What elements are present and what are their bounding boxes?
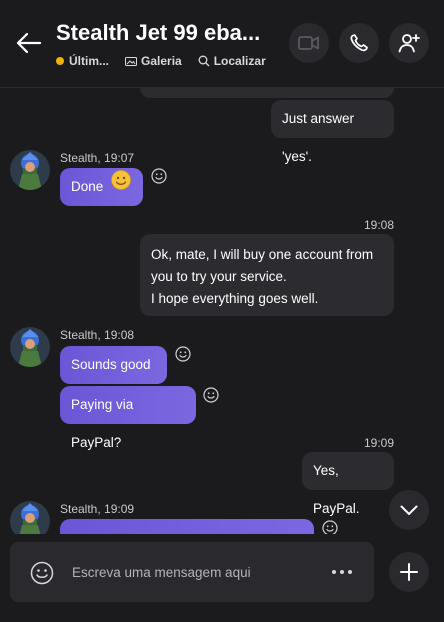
chat-title[interactable]: Stealth Jet 99 eba... xyxy=(56,20,286,46)
message-line: Ok, mate, I will buy one account from xyxy=(151,247,374,262)
emoji-icon[interactable] xyxy=(30,561,54,585)
chat-header: Stealth Jet 99 eba... Últim... Galeria L… xyxy=(0,0,444,88)
incoming-message-partial[interactable] xyxy=(60,519,314,534)
gallery-icon xyxy=(125,56,138,66)
incoming-message[interactable]: Done xyxy=(60,168,143,206)
video-call-button[interactable] xyxy=(289,23,329,63)
add-reaction-icon[interactable] xyxy=(151,168,167,184)
message-timestamp: 19:08 xyxy=(363,218,394,232)
add-people-button[interactable] xyxy=(389,23,429,63)
incoming-message[interactable]: Sounds good xyxy=(60,346,167,384)
message-input[interactable] xyxy=(72,560,312,584)
message-timestamp: 19:09 xyxy=(363,436,394,450)
more-icon[interactable] xyxy=(330,564,354,580)
plus-icon xyxy=(400,563,418,581)
message-bubble-partial[interactable] xyxy=(140,88,394,98)
sender-time: Stealth, 19:07 xyxy=(60,151,135,165)
add-reaction-icon[interactable] xyxy=(175,346,191,362)
sender-time: Stealth, 19:09 xyxy=(60,502,135,516)
avatar[interactable] xyxy=(10,150,50,190)
scroll-to-bottom-button[interactable] xyxy=(389,490,429,530)
outgoing-message[interactable]: Just answer 'yes'. xyxy=(271,100,394,164)
incoming-message[interactable]: Paying via PayPal? xyxy=(60,386,196,450)
avatar[interactable] xyxy=(10,501,50,534)
message-text: Done xyxy=(71,179,104,194)
search-icon xyxy=(198,55,210,67)
add-content-button[interactable] xyxy=(389,552,429,592)
gallery-link[interactable]: Galeria xyxy=(125,54,182,68)
find-link[interactable]: Localizar xyxy=(198,54,266,68)
find-label: Localizar xyxy=(213,54,266,68)
back-arrow-icon[interactable] xyxy=(14,30,42,56)
outgoing-message[interactable]: Yes, PayPal. xyxy=(302,452,394,516)
avatar[interactable] xyxy=(10,327,50,367)
outgoing-message[interactable]: Ok, mate, I will buy one account from yo… xyxy=(140,234,394,316)
message-line: you to try your service. xyxy=(151,269,287,284)
last-seen-status: Últim... xyxy=(69,54,110,68)
gallery-label: Galeria xyxy=(141,54,182,68)
chevron-down-icon xyxy=(400,505,418,515)
chat-subtitle-row: Últim... Galeria Localizar xyxy=(56,53,266,69)
phone-icon xyxy=(350,34,368,52)
sender-time: Stealth, 19:08 xyxy=(60,328,135,342)
add-reaction-icon[interactable] xyxy=(203,387,219,403)
audio-call-button[interactable] xyxy=(339,23,379,63)
smiley-emoji-icon xyxy=(111,167,131,205)
message-list[interactable]: Just answer 'yes'. Stealth, 19:07 Done 1… xyxy=(0,88,444,534)
message-composer xyxy=(10,542,374,602)
video-call-icon xyxy=(298,36,319,50)
status-dot xyxy=(56,57,64,65)
add-person-icon xyxy=(398,34,420,53)
message-line: I hope everything goes well. xyxy=(151,291,319,306)
add-reaction-icon[interactable] xyxy=(322,520,338,534)
